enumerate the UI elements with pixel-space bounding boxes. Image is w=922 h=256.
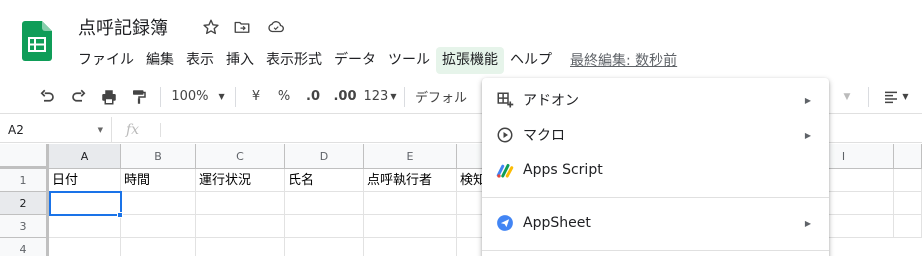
formula-input[interactable] <box>170 117 470 143</box>
apps-script-icon <box>496 161 514 179</box>
menu-item-appsheet[interactable]: AppSheet ▶ <box>482 206 829 240</box>
menu-format[interactable]: 表示形式 <box>260 47 328 74</box>
cell-b2[interactable] <box>121 192 196 215</box>
paint-format-icon[interactable] <box>124 83 154 111</box>
cell-e3[interactable] <box>364 215 457 238</box>
cell-b3[interactable] <box>121 215 196 238</box>
cell-j1[interactable] <box>894 169 922 192</box>
toolbar-divider <box>160 86 161 107</box>
cell-b4[interactable] <box>121 238 196 256</box>
currency-format-button[interactable]: ¥ <box>242 83 270 111</box>
select-all-corner[interactable] <box>0 144 49 169</box>
redo-icon[interactable] <box>64 83 94 111</box>
chevron-down-icon: ▼ <box>902 92 909 101</box>
chevron-down-icon: ▼ <box>218 92 225 101</box>
toolbar-divider <box>235 86 236 107</box>
cell-d2[interactable] <box>285 192 364 215</box>
row-header-1[interactable]: 1 <box>0 169 49 192</box>
appsheet-icon <box>496 214 514 232</box>
row-header-2[interactable]: 2 <box>0 192 49 215</box>
chevron-down-icon: ▼ <box>843 91 851 102</box>
cell-d1[interactable]: 氏名 <box>285 169 364 192</box>
column-header-e[interactable]: E <box>364 144 457 169</box>
addon-icon <box>496 91 514 109</box>
chevron-down-icon: ▼ <box>97 125 103 134</box>
fx-icon: fx <box>126 121 140 138</box>
column-header-a[interactable]: A <box>49 144 121 169</box>
menu-item-addons[interactable]: アドオン ▶ <box>482 83 829 117</box>
name-box[interactable]: A2 ▼ <box>0 116 112 143</box>
undo-icon[interactable] <box>30 83 64 111</box>
menu-item-macros-label: マクロ <box>523 128 565 144</box>
more-options-icon[interactable]: ▼ <box>832 83 862 111</box>
more-formats-label: 123 <box>363 89 389 104</box>
chevron-down-icon: ▼ <box>390 92 397 101</box>
document-title[interactable]: 点呼記録簿 <box>78 14 168 40</box>
percent-format-button[interactable]: % <box>270 83 298 111</box>
cloud-status-icon[interactable] <box>266 17 286 37</box>
cell-e2[interactable] <box>364 192 457 215</box>
cell-c2[interactable] <box>196 192 285 215</box>
menu-item-apps-script-label: Apps Script <box>523 162 603 178</box>
menu-help[interactable]: ヘルプ <box>504 47 558 74</box>
cell-d4[interactable] <box>285 238 364 256</box>
formula-divider <box>160 123 161 137</box>
cell-d3[interactable] <box>285 215 364 238</box>
increase-decimal-button[interactable]: .00 <box>328 83 362 111</box>
menu-edit[interactable]: 編集 <box>140 47 180 74</box>
row-header-3[interactable]: 3 <box>0 215 49 238</box>
macro-icon <box>496 126 514 144</box>
column-header-b[interactable]: B <box>121 144 196 169</box>
sheets-logo-icon[interactable] <box>22 21 52 61</box>
cell-c4[interactable] <box>196 238 285 256</box>
menu-extensions[interactable]: 拡張機能 <box>436 46 504 74</box>
last-edit-link[interactable]: 最終編集: 数秒前 <box>570 50 677 70</box>
cell-j2[interactable] <box>894 192 922 215</box>
menu-item-macros[interactable]: マクロ ▶ <box>482 118 829 152</box>
menu-item-addons-label: アドオン <box>523 93 579 109</box>
menu-tools[interactable]: ツール <box>382 47 436 74</box>
menu-item-appsheet-label: AppSheet <box>523 215 591 231</box>
menu-item-apps-script[interactable]: Apps Script <box>482 153 829 187</box>
menu-view[interactable]: 表示 <box>180 47 220 74</box>
cell-j3[interactable] <box>894 215 922 238</box>
cell-e4[interactable] <box>364 238 457 256</box>
name-box-value: A2 <box>8 122 24 137</box>
horizontal-align-icon[interactable]: ▼ <box>878 83 914 111</box>
decrease-decimal-button[interactable]: .0 <box>298 83 328 111</box>
star-icon[interactable] <box>201 17 221 37</box>
menu-insert[interactable]: 挿入 <box>220 47 260 74</box>
cell-a4[interactable] <box>49 238 121 256</box>
menu-data[interactable]: データ <box>328 47 382 74</box>
cell-e1[interactable]: 点呼執行者 <box>364 169 457 192</box>
column-header-j[interactable] <box>894 144 922 169</box>
menu-file[interactable]: ファイル <box>72 47 140 74</box>
zoom-value: 100% <box>171 89 209 104</box>
cell-a3[interactable] <box>49 215 121 238</box>
row-header-4[interactable]: 4 <box>0 238 49 256</box>
menu-divider <box>482 197 829 198</box>
cell-a1[interactable]: 日付 <box>49 169 121 192</box>
submenu-arrow-icon: ▶ <box>804 130 811 140</box>
menu-bar: ファイル 編集 表示 挿入 表示形式 データ ツール 拡張機能 ヘルプ 最終編集… <box>72 45 677 75</box>
fill-handle[interactable] <box>117 212 123 218</box>
column-header-c[interactable]: C <box>196 144 285 169</box>
toolbar-divider <box>404 86 405 107</box>
print-icon[interactable] <box>94 83 124 111</box>
move-to-folder-icon[interactable] <box>232 17 252 37</box>
column-header-d[interactable]: D <box>285 144 364 169</box>
more-formats-select[interactable]: 123 ▼ <box>362 83 398 111</box>
submenu-arrow-icon: ▶ <box>804 95 811 105</box>
zoom-select[interactable]: 100% ▼ <box>167 83 229 111</box>
cell-b1[interactable]: 時間 <box>121 169 196 192</box>
cell-c1[interactable]: 運行状況 <box>196 169 285 192</box>
menu-divider <box>482 250 829 251</box>
submenu-arrow-icon: ▶ <box>804 218 811 228</box>
selected-cell-outline <box>49 191 122 216</box>
cell-c3[interactable] <box>196 215 285 238</box>
font-family-select[interactable]: デフォル <box>411 83 471 111</box>
toolbar-divider <box>868 86 869 107</box>
extensions-menu: アドオン ▶ マクロ ▶ Apps Script AppSheet ▶ <box>482 78 829 256</box>
